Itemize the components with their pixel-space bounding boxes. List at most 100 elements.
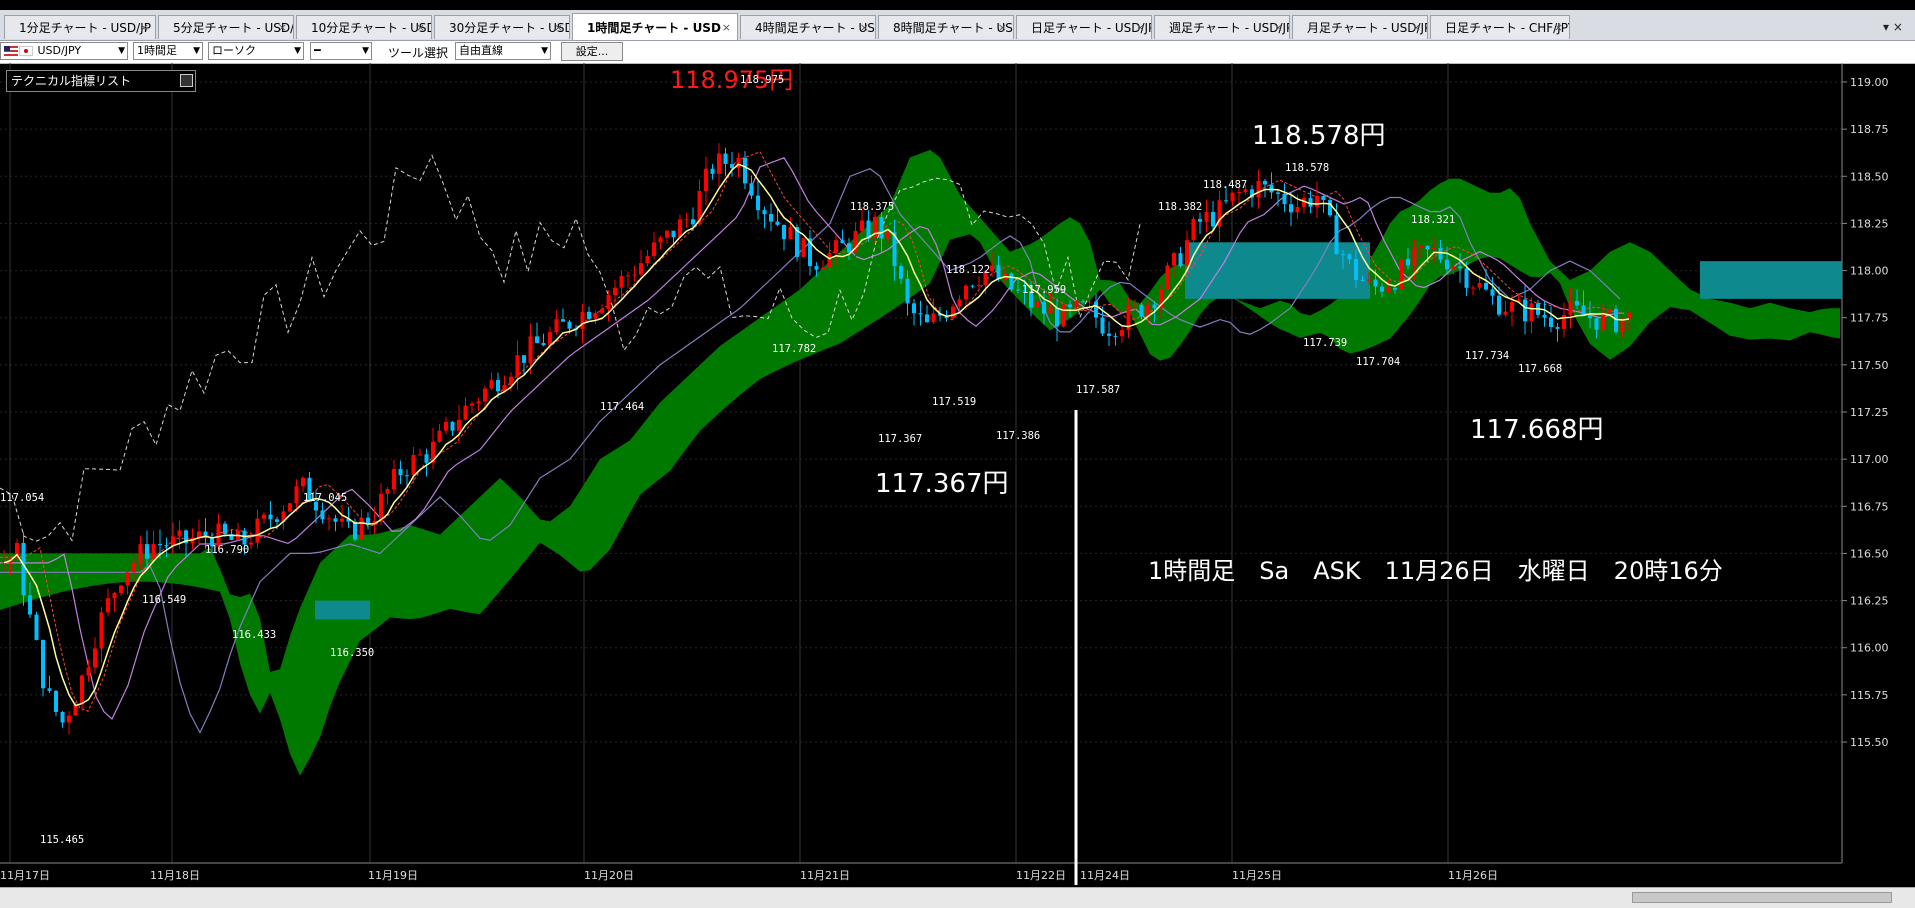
settings-button[interactable]: 設定...: [561, 42, 623, 61]
close-icon[interactable]: ×: [416, 16, 425, 39]
tab-label: 10分足チャート - USD/JF: [311, 21, 431, 35]
candle: [1016, 289, 1020, 291]
tab-label: 1分足チャート - USD/JP: [19, 21, 151, 35]
candle: [463, 405, 468, 420]
candle: [1042, 301, 1046, 314]
candle: [658, 237, 663, 243]
tab-menu-button[interactable]: ▾ ×: [1875, 16, 1911, 38]
tab-label: 月足チャート - USD/JPY: [1307, 21, 1428, 35]
close-icon[interactable]: ×: [722, 14, 731, 40]
candle: [788, 227, 793, 240]
tab-3[interactable]: 30分足チャート - USD/JF×: [434, 15, 570, 39]
close-icon[interactable]: ×: [1412, 16, 1421, 39]
collapse-icon[interactable]: [180, 74, 193, 87]
candle: [1282, 193, 1287, 205]
tab-10[interactable]: 日足チャート - CHF/JPY ×: [1430, 15, 1570, 39]
candle: [886, 232, 890, 239]
tab-4[interactable]: 1時間足チャート - USD ×: [572, 13, 738, 40]
tab-8[interactable]: 週足チャート - USD/JPY ×: [1154, 15, 1290, 39]
candle: [1419, 245, 1423, 248]
candle: [1009, 273, 1014, 290]
candle: [860, 220, 864, 231]
candle: [606, 295, 611, 310]
tab-5[interactable]: 4時間足チャート - USD/×: [740, 15, 876, 39]
candle: [223, 523, 227, 534]
price-label: 118.375: [850, 201, 894, 213]
candle: [106, 598, 110, 613]
tab-0[interactable]: 1分足チャート - USD/JP ×: [4, 15, 156, 39]
tab-9[interactable]: 月足チャート - USD/JPY ×: [1292, 15, 1428, 39]
close-icon[interactable]: ×: [278, 16, 287, 39]
scrollbar-thumb[interactable]: [1632, 892, 1892, 903]
candle: [1263, 180, 1267, 185]
candle: [801, 238, 806, 257]
candle: [665, 230, 669, 238]
y-tick-label: 116.50: [1850, 547, 1889, 560]
y-tick-label: 117.75: [1850, 312, 1889, 325]
tab-label: 日足チャート - USD/JPY: [1031, 21, 1152, 35]
candle: [1607, 308, 1612, 313]
candle: [678, 219, 682, 238]
candle: [1230, 192, 1235, 201]
candle: [528, 336, 533, 363]
candle: [704, 168, 708, 192]
chart-type-select[interactable]: ローソク ▼: [208, 42, 304, 60]
tool-select[interactable]: 自由直線 ▼: [455, 42, 551, 60]
candle: [1386, 288, 1391, 292]
candle: [1224, 200, 1228, 202]
candle: [28, 595, 32, 615]
tab-6[interactable]: 8時間足チャート - USD/×: [878, 15, 1014, 39]
candle: [255, 518, 260, 543]
tab-7[interactable]: 日足チャート - USD/JPY ×: [1016, 15, 1152, 39]
close-icon[interactable]: ×: [1554, 16, 1563, 39]
tab-label: 30分足チャート - USD/JF: [449, 21, 569, 35]
candle: [1048, 307, 1053, 314]
candle: [710, 168, 715, 174]
annotation-high: 118.578円: [1252, 121, 1386, 151]
candle: [1087, 301, 1092, 303]
symbol-select[interactable]: USD/JPY ▼: [0, 42, 128, 60]
candle: [151, 544, 156, 559]
tab-2[interactable]: 10分足チャート - USD/JF×: [296, 15, 432, 39]
candle: [1107, 333, 1111, 336]
close-icon[interactable]: ×: [1136, 16, 1145, 39]
price-label: 117.045: [303, 492, 347, 504]
close-icon[interactable]: ×: [140, 16, 149, 39]
candle: [288, 503, 292, 512]
price-label: 117.959: [1022, 284, 1066, 296]
price-label: 118.578: [1285, 162, 1329, 174]
candle: [1367, 279, 1371, 281]
candle: [489, 379, 494, 389]
tab-1[interactable]: 5分足チャート - USD/JP ×: [158, 15, 294, 39]
candle: [782, 224, 786, 240]
candle: [1074, 301, 1079, 308]
candle: [86, 667, 91, 676]
close-icon[interactable]: ×: [860, 16, 869, 39]
horizontal-scrollbar[interactable]: [0, 887, 1915, 908]
y-tick-label: 116.25: [1850, 595, 1889, 608]
y-tick-label: 119.00: [1850, 76, 1889, 89]
candle: [1315, 195, 1319, 207]
candle: [1555, 326, 1560, 329]
candle: [80, 675, 84, 705]
candle: [294, 486, 299, 504]
x-tick-label: 11月24日: [1080, 869, 1130, 882]
candle: [977, 285, 981, 287]
close-icon[interactable]: ×: [998, 16, 1007, 39]
candle: [1152, 304, 1157, 309]
price-label: 116.549: [142, 594, 186, 606]
candle: [496, 379, 500, 392]
candle: [1588, 315, 1592, 319]
window-title-bar: [0, 0, 1915, 10]
price-label: 117.782: [772, 343, 816, 355]
candle: [847, 243, 851, 253]
indicator-list-panel[interactable]: テクニカル指標リスト: [6, 70, 196, 92]
x-tick-label: 11月22日: [1016, 869, 1066, 882]
candle: [1458, 266, 1462, 269]
candle: [1120, 330, 1124, 337]
close-icon[interactable]: ×: [1274, 16, 1283, 39]
line-style-select[interactable]: ━ ▼: [310, 42, 372, 60]
candle: [1321, 195, 1326, 201]
close-icon[interactable]: ×: [554, 16, 563, 39]
timeframe-select[interactable]: 1時間足 ▼: [133, 42, 203, 60]
